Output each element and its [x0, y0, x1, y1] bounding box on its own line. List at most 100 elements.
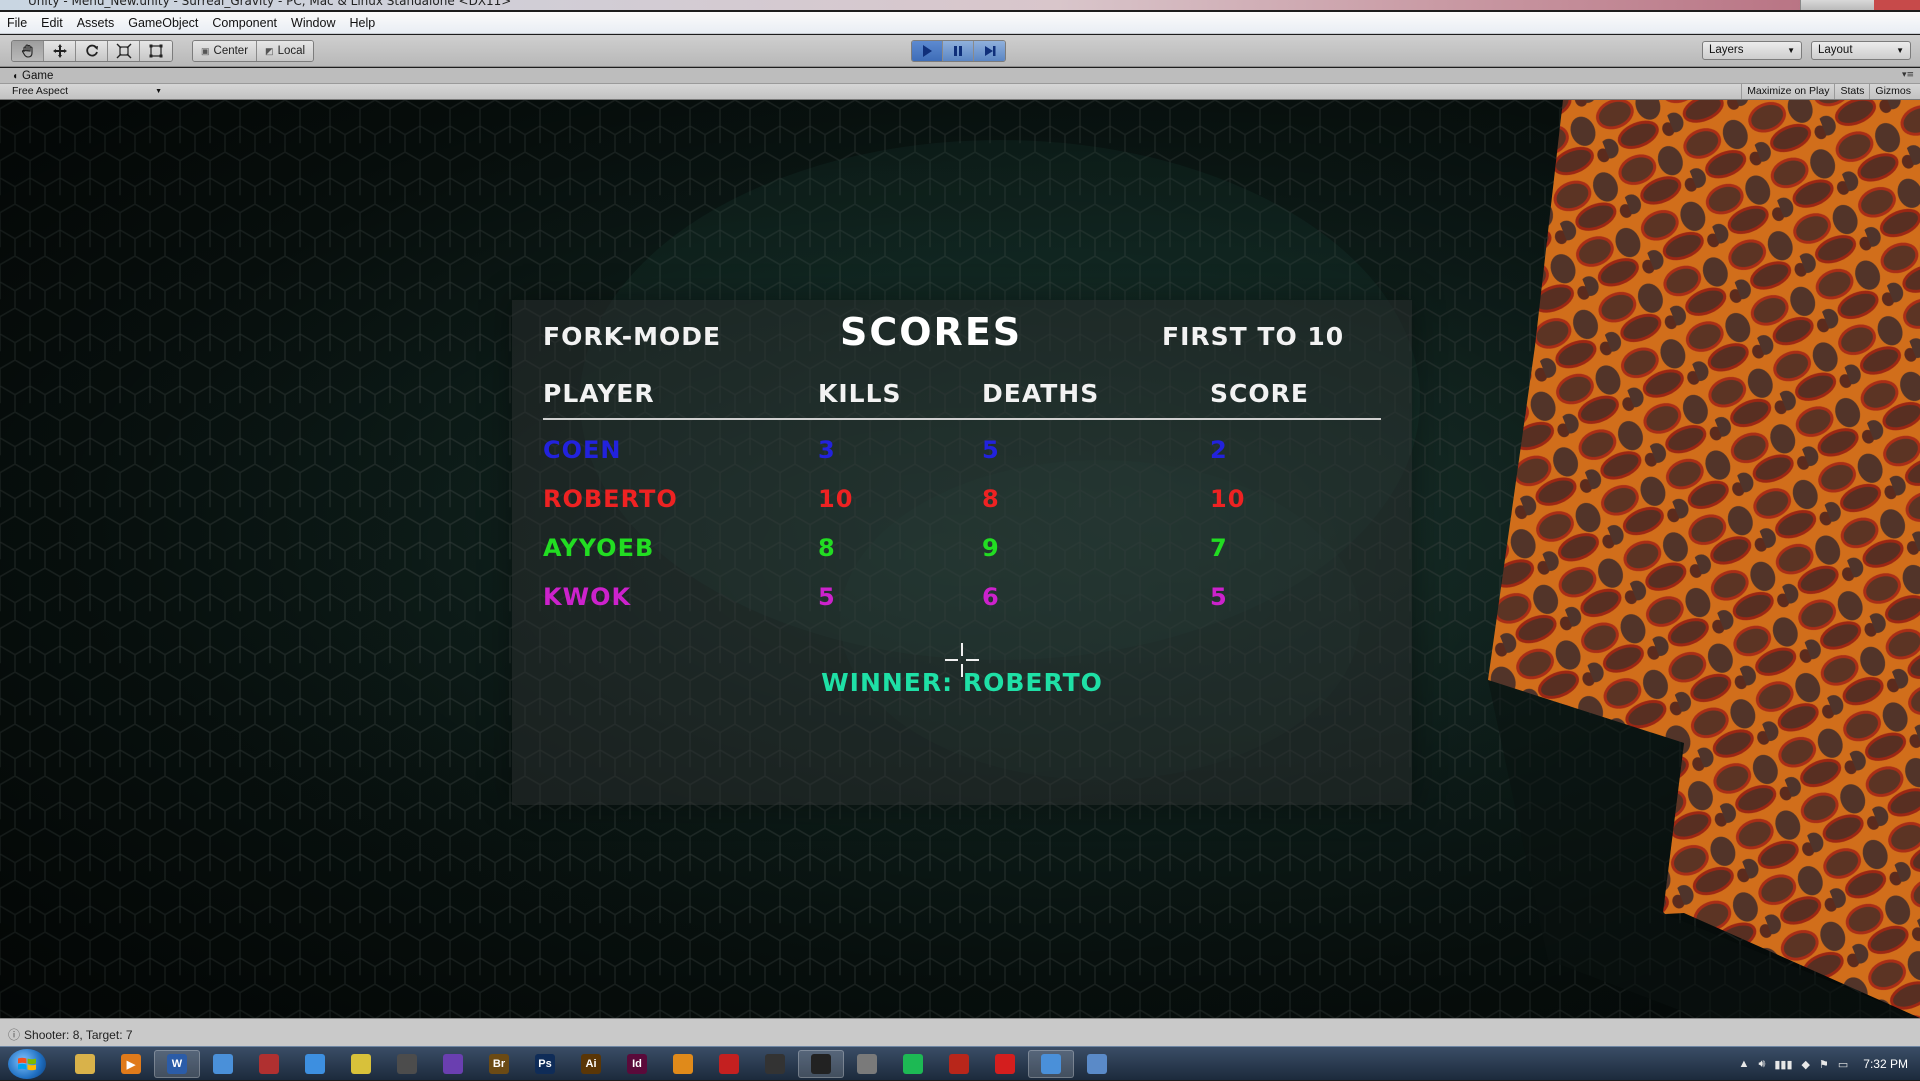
header-player: PLAYER — [543, 379, 655, 408]
scoreboard-title: SCORES — [840, 310, 1023, 354]
scoreboard-panel: FORK-MODE SCORES FIRST TO 10 PLAYER KILL… — [512, 300, 1412, 805]
bridge-icon: Br — [489, 1054, 509, 1074]
dropbox-icon — [305, 1054, 325, 1074]
move-tool-button[interactable] — [44, 41, 76, 61]
play-icon — [923, 45, 932, 57]
indesign-icon: Id — [627, 1054, 647, 1074]
rotate-icon — [85, 44, 98, 57]
hand-tool-button[interactable] — [12, 41, 44, 61]
taskbar-app-filezilla[interactable] — [936, 1050, 982, 1078]
show-hidden-icons-icon[interactable]: ▲ — [1739, 1058, 1750, 1070]
taskbar: ▶ W Br Ps Ai Id ▲ 🔊︎ ▮▮▮ ◆ ⚑ ▭ 7:32 PM — [0, 1046, 1920, 1080]
taskbar-app-illustrator[interactable]: Ai — [568, 1050, 614, 1078]
taskbar-app-visual-studio[interactable] — [430, 1050, 476, 1078]
play-button[interactable] — [912, 41, 943, 61]
menu-file[interactable]: File — [0, 12, 34, 34]
taskbar-app-pdf[interactable] — [982, 1050, 1028, 1078]
rect-tool-button[interactable] — [140, 41, 172, 61]
taskbar-app-photoshop[interactable]: Ps — [522, 1050, 568, 1078]
pivot-local-button[interactable]: ◩ Local — [257, 41, 314, 61]
chevron-down-icon: ▼ — [1896, 46, 1904, 55]
crosshair-cursor-icon — [945, 643, 979, 677]
game-panel-tab-bar: ◖ Game ▾≡ — [0, 68, 1920, 84]
taskbar-app-spotify[interactable] — [890, 1050, 936, 1078]
window-controls[interactable] — [1800, 0, 1920, 10]
tab-game[interactable]: ◖ Game — [4, 68, 61, 84]
power-icon[interactable]: ▭ — [1838, 1058, 1848, 1071]
taskbar-app-acrobat[interactable] — [706, 1050, 752, 1078]
clock[interactable]: 7:32 PM — [1863, 1057, 1908, 1071]
acrobat-icon — [719, 1054, 739, 1074]
aspect-dropdown[interactable]: Free Aspect ▼ — [6, 84, 166, 99]
pivot-icon: ▣ — [201, 45, 210, 56]
game-view[interactable]: FORK-MODE SCORES FIRST TO 10 PLAYER KILL… — [0, 100, 1920, 1018]
taskbar-app-window[interactable] — [1074, 1050, 1120, 1078]
start-button[interactable] — [8, 1049, 46, 1079]
pivot-center-button[interactable]: ▣ Center — [193, 41, 258, 61]
action-center-flag-icon[interactable]: ⚑ — [1819, 1058, 1829, 1071]
pause-button[interactable] — [943, 41, 974, 61]
menu-assets[interactable]: Assets — [70, 12, 122, 34]
hand-icon — [21, 44, 33, 58]
scale-tool-button[interactable] — [108, 41, 140, 61]
row-kills-cell: 10 — [818, 485, 854, 513]
panel-menu-icon[interactable]: ▾≡ — [1902, 70, 1914, 80]
blender-icon — [673, 1054, 693, 1074]
row-score-cell: 2 — [1210, 436, 1228, 464]
pivot-controls: ▣ Center ◩ Local — [192, 40, 315, 62]
spotify-icon — [903, 1054, 923, 1074]
taskbar-app-file[interactable] — [844, 1050, 890, 1078]
taskbar-app-obs[interactable] — [752, 1050, 798, 1078]
taskbar-app-app[interactable] — [246, 1050, 292, 1078]
menu-gameobject[interactable]: GameObject — [121, 12, 205, 34]
window-title: Unity - Menu_New.unity - Surreal_Gravity… — [28, 0, 512, 8]
menu-component[interactable]: Component — [205, 12, 284, 34]
stats-toggle[interactable]: Stats — [1834, 84, 1869, 99]
chrome-icon — [213, 1054, 233, 1074]
close-button[interactable] — [1874, 0, 1920, 10]
taskbar-app-steam[interactable] — [384, 1050, 430, 1078]
shield-icon — [351, 1054, 371, 1074]
gizmos-dropdown[interactable]: Gizmos — [1869, 84, 1916, 99]
taskbar-app-indesign[interactable]: Id — [614, 1050, 660, 1078]
row-player-cell: COEN — [543, 436, 622, 464]
row-player-cell: KWOK — [543, 583, 632, 611]
header-deaths: DEATHS — [982, 379, 1100, 408]
step-button[interactable] — [974, 41, 1005, 61]
layout-dropdown[interactable]: Layout ▼ — [1811, 41, 1911, 60]
row-kills-cell: 3 — [818, 436, 836, 464]
header-kills: KILLS — [818, 379, 902, 408]
console-status[interactable]: ⓘ Shooter: 8, Target: 7 — [8, 1026, 133, 1043]
menu-window[interactable]: Window — [284, 12, 342, 34]
taskbar-apps: ▶ W Br Ps Ai Id — [62, 1050, 1120, 1078]
network-icon[interactable]: ▮▮▮ — [1774, 1058, 1792, 1071]
rotate-tool-button[interactable] — [76, 41, 108, 61]
taskbar-app-blender[interactable] — [660, 1050, 706, 1078]
window-title-bar: Unity - Menu_New.unity - Surreal_Gravity… — [0, 0, 1920, 10]
taskbar-app-media-player[interactable]: ▶ — [108, 1050, 154, 1078]
volume-icon[interactable]: 🔊︎ — [1758, 1058, 1765, 1071]
move-icon — [52, 44, 67, 58]
row-score-cell: 7 — [1210, 534, 1228, 562]
taskbar-app-shield[interactable] — [338, 1050, 384, 1078]
play-controls — [911, 40, 1006, 62]
taskbar-app-word[interactable]: W — [154, 1050, 200, 1078]
chevron-down-icon: ▼ — [155, 88, 162, 95]
dropbox-tray-icon[interactable]: ◆ — [1802, 1058, 1810, 1071]
row-player-cell: AYYOEB — [543, 534, 655, 562]
explorer-icon — [75, 1054, 95, 1074]
taskbar-app-chrome[interactable] — [1028, 1050, 1074, 1078]
layers-dropdown[interactable]: Layers ▼ — [1702, 41, 1802, 60]
menu-edit[interactable]: Edit — [34, 12, 70, 34]
row-deaths-cell: 9 — [982, 534, 1000, 562]
maximize-on-play-toggle[interactable]: Maximize on Play — [1741, 84, 1834, 99]
taskbar-app-explorer[interactable] — [62, 1050, 108, 1078]
taskbar-app-chrome[interactable] — [200, 1050, 246, 1078]
taskbar-app-unity[interactable] — [798, 1050, 844, 1078]
header-divider — [543, 418, 1381, 420]
row-deaths-cell: 5 — [982, 436, 1000, 464]
menu-help[interactable]: Help — [342, 12, 382, 34]
row-kills-cell: 5 — [818, 583, 836, 611]
taskbar-app-dropbox[interactable] — [292, 1050, 338, 1078]
taskbar-app-bridge[interactable]: Br — [476, 1050, 522, 1078]
